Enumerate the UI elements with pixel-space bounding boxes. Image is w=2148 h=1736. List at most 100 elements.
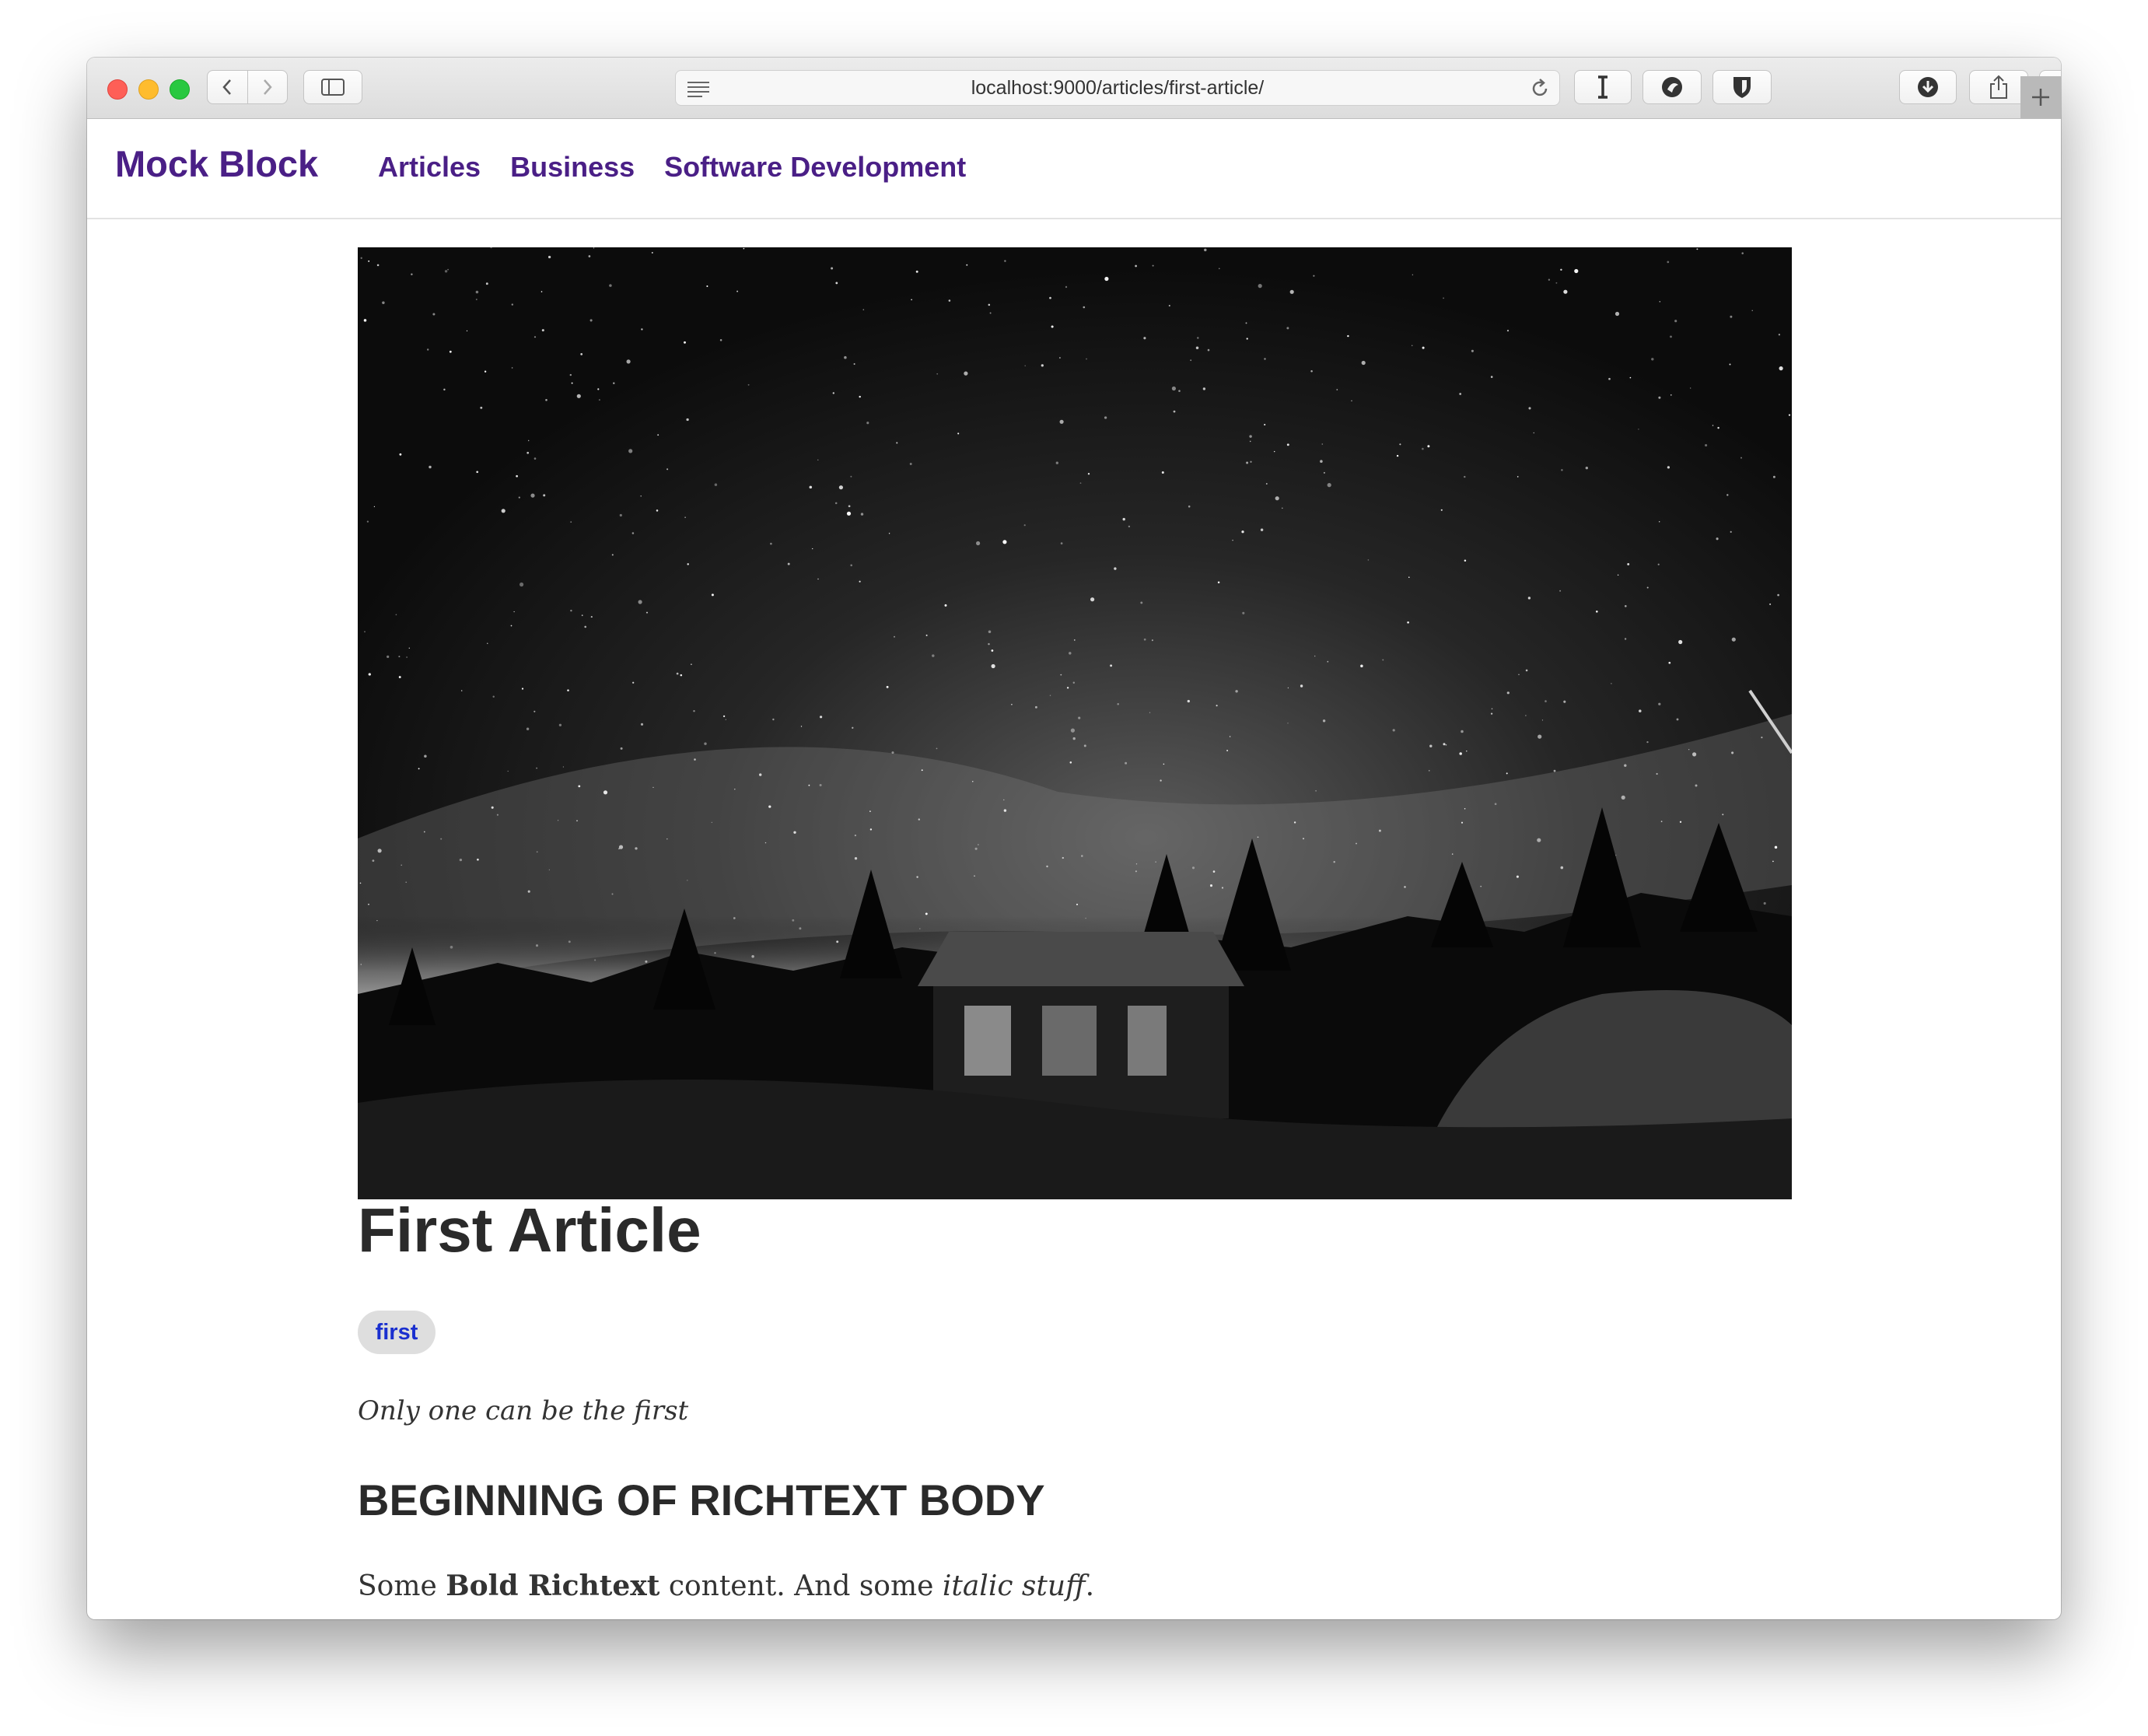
star (1161, 471, 1164, 474)
star (611, 554, 614, 556)
star (645, 611, 649, 614)
star (1731, 637, 1736, 642)
star (1086, 358, 1087, 360)
star (418, 768, 420, 770)
star (1347, 334, 1349, 338)
star (932, 654, 935, 657)
shield-extension-button[interactable] (1712, 70, 1772, 104)
star (580, 353, 583, 355)
star (641, 328, 643, 331)
star (1774, 845, 1778, 849)
star (652, 786, 654, 789)
star (1788, 414, 1791, 416)
star (1506, 772, 1508, 775)
star (1629, 376, 1632, 379)
nav-link-articles[interactable]: Articles (378, 151, 481, 184)
star (1149, 712, 1151, 713)
star (1051, 325, 1054, 328)
star (862, 309, 865, 310)
nav-link-business[interactable]: Business (510, 151, 635, 184)
star (526, 727, 530, 730)
star (1114, 567, 1117, 570)
star (1545, 700, 1547, 702)
para-prefix: Some (358, 1570, 446, 1602)
star (1464, 559, 1467, 562)
star (1058, 357, 1061, 359)
star (1135, 264, 1137, 268)
star (562, 766, 565, 768)
star (1293, 821, 1296, 824)
star (1533, 432, 1535, 434)
star (368, 903, 369, 905)
star (1190, 359, 1192, 362)
star (1461, 821, 1464, 824)
star (859, 580, 861, 583)
star (475, 290, 479, 294)
star (1062, 856, 1064, 859)
address-bar[interactable]: localhost:9000/articles/first-article/ (675, 70, 1560, 106)
star (496, 814, 499, 816)
minimize-window-button[interactable] (138, 79, 159, 100)
star (547, 255, 551, 259)
star (1563, 700, 1566, 703)
star (834, 502, 838, 505)
star (1219, 268, 1220, 270)
star (429, 465, 432, 469)
star (1217, 581, 1220, 583)
star (540, 291, 543, 292)
star (534, 710, 536, 712)
star (1083, 306, 1086, 309)
star (588, 255, 591, 257)
star (1002, 540, 1007, 544)
star (1327, 660, 1329, 663)
extension-button[interactable] (1642, 70, 1702, 104)
forward-button[interactable] (247, 71, 288, 103)
star (860, 513, 864, 516)
star (1427, 445, 1430, 448)
star (411, 273, 413, 275)
zoom-window-button[interactable] (170, 79, 190, 100)
star (598, 399, 600, 401)
star (511, 367, 513, 369)
star (1624, 638, 1627, 640)
star (401, 864, 402, 866)
star (576, 394, 581, 398)
star (1066, 687, 1069, 689)
star (1464, 475, 1466, 478)
star (989, 312, 992, 314)
star (1429, 744, 1433, 747)
close-window-button[interactable] (107, 79, 128, 100)
star (1128, 525, 1131, 528)
star (1250, 460, 1252, 464)
star (820, 716, 823, 719)
star (1004, 260, 1006, 262)
star (866, 422, 869, 425)
star (628, 449, 633, 453)
new-tab-button[interactable] (2020, 76, 2061, 118)
star (1055, 461, 1058, 464)
star (1712, 425, 1714, 426)
star (988, 630, 992, 633)
star (869, 810, 871, 812)
star (1361, 360, 1366, 366)
star (812, 548, 813, 550)
star (1464, 807, 1466, 810)
star (1763, 901, 1766, 905)
brand-logo-link[interactable]: Mock Block (115, 142, 318, 185)
downloads-button[interactable] (1899, 70, 1957, 104)
star (925, 634, 928, 636)
star (631, 532, 635, 534)
text-cursor-extension-button[interactable] (1574, 70, 1632, 104)
tag-pill[interactable]: first (358, 1311, 436, 1354)
star (1011, 703, 1013, 705)
star (1087, 473, 1090, 475)
star (747, 383, 750, 386)
sidebar-button[interactable] (303, 70, 362, 104)
star (1041, 364, 1044, 367)
share-button[interactable] (1969, 70, 2028, 104)
reload-icon[interactable] (1530, 78, 1550, 100)
nav-link-software-development[interactable]: Software Development (664, 151, 966, 184)
back-button[interactable] (208, 71, 247, 103)
star (373, 506, 376, 508)
star (1608, 377, 1611, 380)
